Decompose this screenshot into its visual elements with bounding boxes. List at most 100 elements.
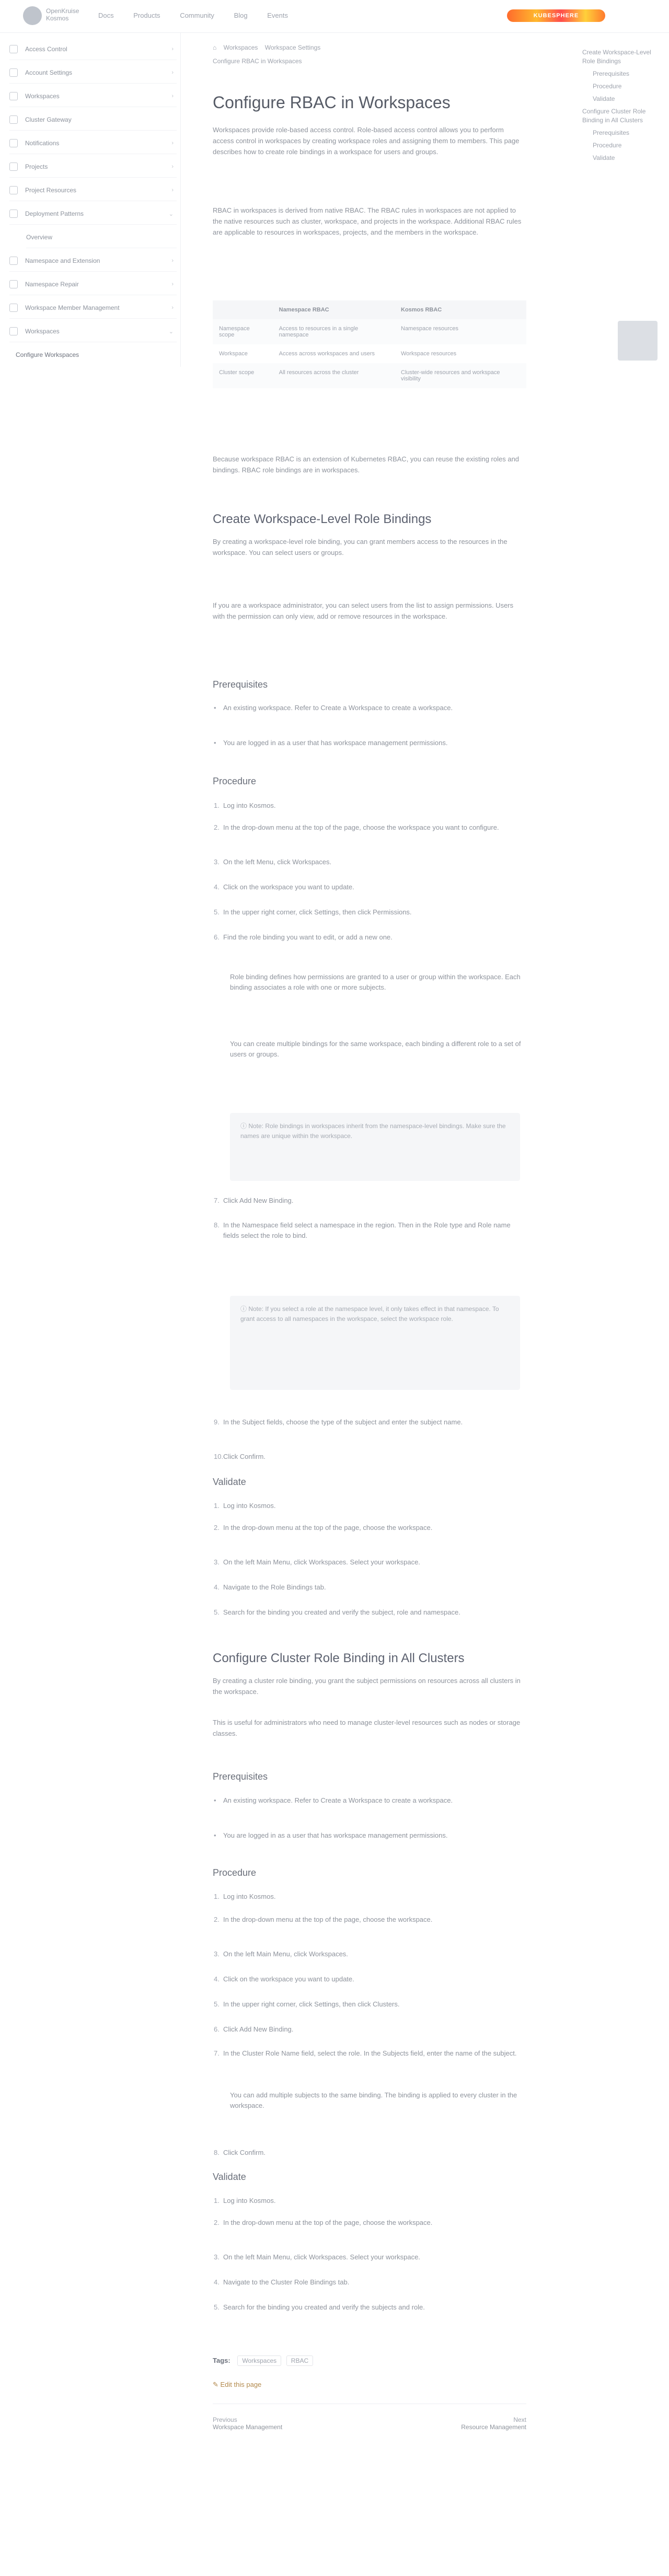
list-item: 1. Log into Kosmos. (214, 1502, 276, 1510)
nav-blog[interactable]: Blog (234, 11, 248, 19)
sidebar-item[interactable]: Notifications › (9, 133, 177, 154)
list-item: 7. Click Add New Binding. (214, 1197, 294, 1204)
subsection-title: Validate (213, 1477, 246, 1487)
sidebar-item[interactable]: Access Control › (9, 39, 177, 60)
note-box: ⓘ Note: If you select a role at the name… (230, 1296, 520, 1390)
chevron-right-icon: › (171, 258, 174, 264)
nav-community[interactable]: Community (180, 11, 214, 19)
next-page-link[interactable]: Next Resource Management (375, 2416, 526, 2431)
list-item: 2. In the drop-down menu at the top of th… (214, 1916, 433, 1923)
sidebar-item[interactable]: Namespace Repair › (9, 274, 177, 295)
chevron-right-icon: › (171, 305, 174, 311)
sidebar: Access Control › Account Settings › Worksp… (0, 32, 181, 367)
section-paragraph: If you are a workspace administrator, yo… (213, 601, 514, 620)
sidebar-item[interactable]: Projects › (9, 156, 177, 178)
home-icon[interactable]: ⌂ (213, 44, 216, 51)
breadcrumb-current: Configure RBAC in Workspaces (213, 57, 302, 65)
page-title: Configure RBAC in Workspaces (213, 93, 451, 112)
edit-page-link[interactable]: ✎ Edit this page (213, 2381, 261, 2389)
sidebar-item[interactable]: Project Resources › (9, 180, 177, 201)
toc-item[interactable]: Procedure (582, 82, 661, 91)
table-row: Cluster scope All resources across the c… (213, 363, 526, 388)
subsection-title: Validate (213, 2172, 246, 2182)
bullet-item: • You are logged in as a user that has wo… (214, 739, 448, 747)
sidebar-item[interactable]: Workspaces ⌄ (9, 321, 177, 342)
list-item: 4. Click on the workspace you want to upd… (214, 883, 354, 891)
breadcrumb: ⌂ Workspaces Workspace Settings (213, 44, 326, 51)
table-of-contents: Create Workspace-Level Role Bindings Pre… (582, 48, 661, 166)
list-item: 3. On the left Main Menu, click Workspace… (214, 2253, 420, 2261)
intro-paragraph: Because workspace RBAC is an extension o… (213, 455, 520, 474)
list-item: 3. On the left Main Menu, click Workspace… (214, 1950, 348, 1958)
toc-item[interactable]: Validate (582, 95, 661, 103)
chevron-right-icon: › (171, 46, 174, 52)
info-icon: ⓘ (240, 1305, 249, 1313)
chevron-down-icon: ⌄ (168, 328, 174, 335)
folder-icon (9, 115, 18, 124)
sidebar-item[interactable]: Workspaces › (9, 86, 177, 107)
subsection-title: Prerequisites (213, 1771, 268, 1782)
breadcrumb-item[interactable]: Workspace Settings (265, 44, 321, 51)
list-item: 6. Find the role binding you want to edit… (214, 933, 393, 941)
folder-icon (9, 163, 18, 171)
section-paragraph: This is useful for administrators who ne… (213, 1719, 521, 1737)
sidebar-item[interactable]: Cluster Gateway (9, 109, 177, 131)
bullet-item: • An existing workspace. Refer to Create … (214, 704, 453, 712)
top-nav: Docs Products Community Blog Events (98, 11, 306, 19)
sidebar-subitem[interactable]: Overview (26, 227, 177, 248)
toc-item[interactable]: Prerequisites (582, 69, 661, 78)
list-item: 5. In the upper right corner, click Setti… (214, 2000, 400, 2008)
list-item: 4. Navigate to the Role Bindings tab. (214, 1583, 326, 1591)
list-item: 5. In the upper right corner, click Setti… (214, 908, 412, 916)
list-item: 4. Click on the workspace you want to upd… (214, 1975, 354, 1983)
folder-icon (9, 304, 18, 312)
list-item: 2. In the drop-down menu at the top of th… (214, 1524, 433, 1531)
list-item: 1. Log into Kosmos. (214, 2197, 276, 2204)
list-item: 1. Log into Kosmos. (214, 802, 276, 809)
chevron-down-icon: ⌄ (168, 211, 174, 217)
toc-item[interactable]: Configure Cluster Role Binding in All Cl… (582, 107, 661, 125)
chevron-right-icon: › (171, 281, 174, 287)
bullet-item: • An existing workspace. Refer to Create … (214, 1796, 453, 1804)
sidebar-item[interactable]: Deployment Patterns ⌄ (9, 203, 177, 225)
toc-item[interactable]: Create Workspace-Level Role Bindings (582, 48, 661, 66)
section-paragraph: By creating a workspace-level role bindi… (213, 538, 507, 556)
tag[interactable]: Workspaces (237, 2355, 282, 2366)
list-item: 8. Click Confirm. (214, 2149, 266, 2156)
list-item: 3. On the left Main Menu, click Workspace… (214, 1558, 420, 1566)
sidebar-item[interactable]: Account Settings › (9, 62, 177, 84)
top-header: OpenKruise Kosmos Docs Products Communit… (0, 0, 669, 33)
prev-page-link[interactable]: Previous Workspace Management (213, 2416, 364, 2431)
pencil-icon: ✎ (213, 2381, 221, 2388)
nav-events[interactable]: Events (267, 11, 288, 19)
sidebar-item[interactable]: Workspace Member Management › (9, 297, 177, 319)
table-header: Namespace RBAC (272, 300, 395, 319)
list-item: 9. In the Subject fields, choose the type… (214, 1418, 463, 1426)
chevron-right-icon: › (171, 69, 174, 76)
chevron-right-icon: › (171, 140, 174, 146)
sidebar-item[interactable]: Namespace and Extension › (9, 250, 177, 272)
logo-text: OpenKruise Kosmos (46, 7, 79, 22)
folder-icon (9, 280, 18, 288)
folder-icon (9, 257, 18, 265)
tag[interactable]: RBAC (286, 2355, 314, 2366)
step-detail: You can create multiple bindings for the… (230, 1040, 521, 1058)
tags-row: Tags: Workspaces RBAC (213, 2355, 314, 2366)
floating-widget[interactable] (618, 321, 658, 361)
breadcrumb-item[interactable]: Workspaces (224, 44, 258, 51)
list-item: 5. Search for the binding you created and… (214, 2303, 425, 2311)
list-item: 5. Search for the binding you created and… (214, 1608, 460, 1616)
list-item: 8. In the Namespace field select a namesp… (214, 1221, 511, 1239)
step-detail: You can add multiple subjects to the sam… (230, 2091, 517, 2109)
brand-badge[interactable]: KUBESPHERE (507, 9, 605, 22)
toc-item[interactable]: Procedure (582, 141, 661, 150)
logo[interactable] (23, 6, 42, 25)
toc-item[interactable]: Validate (582, 154, 661, 163)
folder-icon (9, 210, 18, 218)
intro-paragraph: RBAC in workspaces is derived from nativ… (213, 206, 522, 236)
nav-products[interactable]: Products (133, 11, 160, 19)
section-title: Configure Cluster Role Binding in All Cl… (213, 1651, 465, 1665)
sidebar-item-active[interactable]: Configure Workspaces (16, 344, 183, 365)
toc-item[interactable]: Prerequisites (582, 129, 661, 137)
nav-docs[interactable]: Docs (98, 11, 114, 19)
